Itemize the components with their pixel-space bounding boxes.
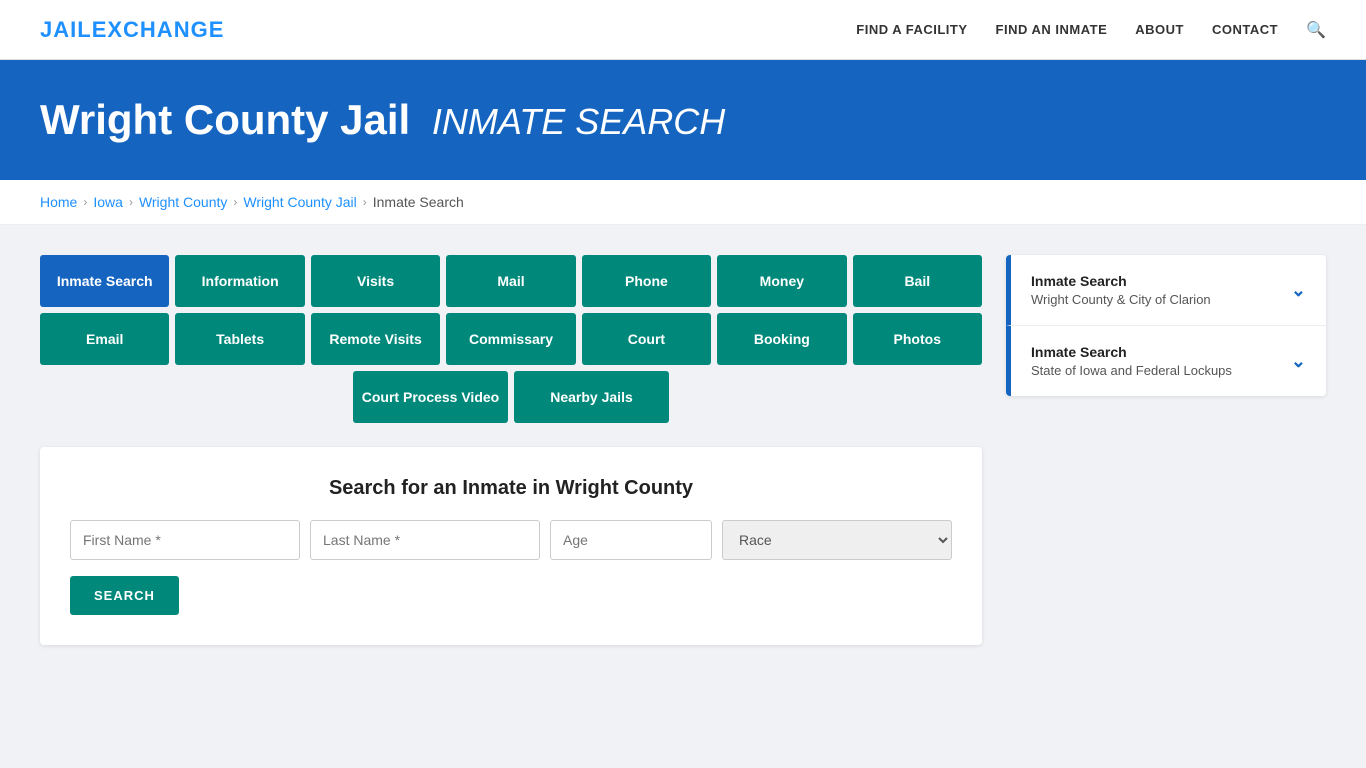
search-icon[interactable]: 🔍 — [1306, 20, 1326, 40]
breadcrumb-sep-4: › — [363, 195, 367, 209]
hero-section: Wright County Jail INMATE SEARCH — [0, 60, 1366, 180]
nav-buttons-row2: Email Tablets Remote Visits Commissary C… — [40, 313, 982, 365]
nav-contact[interactable]: CONTACT — [1212, 22, 1278, 37]
breadcrumb-home[interactable]: Home — [40, 194, 77, 210]
chevron-down-icon: ⌄ — [1291, 280, 1306, 301]
email-button[interactable]: Email — [40, 313, 169, 365]
sidebar-card: Inmate Search Wright County & City of Cl… — [1006, 255, 1326, 396]
mail-button[interactable]: Mail — [446, 255, 575, 307]
page-title-bold: Wright County Jail — [40, 96, 410, 143]
breadcrumb: Home › Iowa › Wright County › Wright Cou… — [0, 180, 1366, 225]
information-button[interactable]: Information — [175, 255, 304, 307]
left-column: Inmate Search Information Visits Mail Ph… — [40, 255, 982, 645]
search-fields: Race White Black Hispanic Asian Other — [70, 520, 952, 560]
last-name-input[interactable] — [310, 520, 540, 560]
money-button[interactable]: Money — [717, 255, 846, 307]
logo-exchange: EXCHANGE — [92, 17, 225, 42]
breadcrumb-current: Inmate Search — [373, 194, 464, 210]
nearby-jails-button[interactable]: Nearby Jails — [514, 371, 669, 423]
bail-button[interactable]: Bail — [853, 255, 982, 307]
sidebar-item-iowa-subtitle: State of Iowa and Federal Lockups — [1031, 363, 1232, 378]
site-header: JAILEXCHANGE FIND A FACILITY FIND AN INM… — [0, 0, 1366, 60]
nav-find-facility[interactable]: FIND A FACILITY — [856, 22, 967, 37]
inmate-search-button[interactable]: Inmate Search — [40, 255, 169, 307]
court-button[interactable]: Court — [582, 313, 711, 365]
breadcrumb-sep-1: › — [83, 195, 87, 209]
booking-button[interactable]: Booking — [717, 313, 846, 365]
remote-visits-button[interactable]: Remote Visits — [311, 313, 440, 365]
sidebar-item-wright-subtitle: Wright County & City of Clarion — [1031, 292, 1211, 307]
breadcrumb-wright-county[interactable]: Wright County — [139, 194, 227, 210]
tablets-button[interactable]: Tablets — [175, 313, 304, 365]
breadcrumb-wright-county-jail[interactable]: Wright County Jail — [243, 194, 356, 210]
sidebar-item-iowa-title: Inmate Search — [1031, 344, 1232, 360]
main-content: Inmate Search Information Visits Mail Ph… — [0, 225, 1366, 675]
sidebar-item-wright[interactable]: Inmate Search Wright County & City of Cl… — [1006, 255, 1326, 326]
search-card: Search for an Inmate in Wright County Ra… — [40, 447, 982, 645]
nav-about[interactable]: ABOUT — [1135, 22, 1184, 37]
age-input[interactable] — [550, 520, 712, 560]
nav-buttons-row3: Court Process Video Nearby Jails — [40, 371, 982, 423]
page-title-italic: INMATE SEARCH — [422, 101, 725, 142]
first-name-input[interactable] — [70, 520, 300, 560]
photos-button[interactable]: Photos — [853, 313, 982, 365]
race-select[interactable]: Race White Black Hispanic Asian Other — [722, 520, 952, 560]
nav-buttons-row1: Inmate Search Information Visits Mail Ph… — [40, 255, 982, 307]
phone-button[interactable]: Phone — [582, 255, 711, 307]
court-process-video-button[interactable]: Court Process Video — [353, 371, 508, 423]
search-card-title: Search for an Inmate in Wright County — [70, 477, 952, 500]
main-nav: FIND A FACILITY FIND AN INMATE ABOUT CON… — [856, 20, 1326, 40]
search-button[interactable]: SEARCH — [70, 576, 179, 615]
page-title: Wright County Jail INMATE SEARCH — [40, 96, 1326, 144]
breadcrumb-sep-3: › — [233, 195, 237, 209]
breadcrumb-iowa[interactable]: Iowa — [93, 194, 123, 210]
sidebar-item-wright-title: Inmate Search — [1031, 273, 1211, 289]
chevron-down-icon-2: ⌄ — [1291, 351, 1306, 372]
nav-find-inmate[interactable]: FIND AN INMATE — [996, 22, 1108, 37]
sidebar-item-iowa[interactable]: Inmate Search State of Iowa and Federal … — [1006, 326, 1326, 396]
right-column: Inmate Search Wright County & City of Cl… — [1006, 255, 1326, 645]
logo-jail: JAIL — [40, 17, 92, 42]
breadcrumb-sep-2: › — [129, 195, 133, 209]
visits-button[interactable]: Visits — [311, 255, 440, 307]
commissary-button[interactable]: Commissary — [446, 313, 575, 365]
logo[interactable]: JAILEXCHANGE — [40, 17, 224, 43]
